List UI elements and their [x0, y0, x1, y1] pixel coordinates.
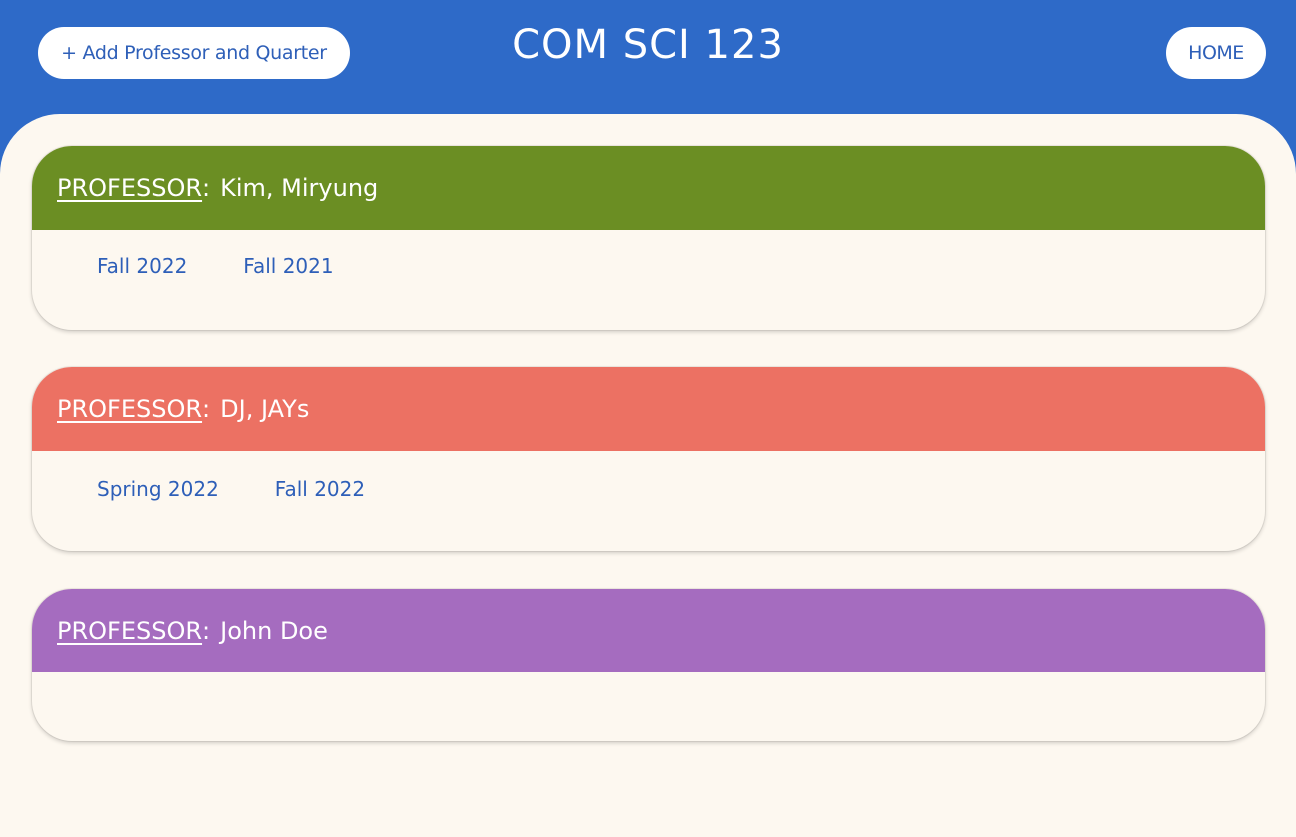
quarter-link-spring-2022[interactable]: Spring 2022 — [97, 477, 219, 501]
professor-card-john-doe: PROFESSOR: John Doe — [32, 589, 1265, 741]
professor-label: PROFESSOR — [57, 395, 203, 423]
professor-colon: : — [202, 395, 211, 423]
professor-name: DJ, JAYs — [220, 395, 310, 423]
professor-card-kim: PROFESSOR: Kim, Miryung Fall 2022 Fall 2… — [32, 146, 1265, 330]
professor-name: Kim, Miryung — [220, 174, 379, 202]
professor-name: John Doe — [220, 616, 328, 645]
add-professor-quarter-button[interactable]: + Add Professor and Quarter — [38, 27, 350, 79]
professor-card-header[interactable]: PROFESSOR: Kim, Miryung — [32, 146, 1265, 230]
professor-colon: : — [202, 616, 211, 645]
professor-label: PROFESSOR — [57, 616, 203, 645]
professor-card-header[interactable]: PROFESSOR: John Doe — [32, 589, 1265, 672]
quarter-list: Spring 2022 Fall 2022 — [97, 477, 365, 501]
home-button[interactable]: HOME — [1166, 27, 1266, 79]
quarter-list: Fall 2022 Fall 2021 — [97, 254, 334, 278]
quarter-link-fall-2021[interactable]: Fall 2021 — [243, 254, 333, 278]
professor-label: PROFESSOR — [57, 174, 203, 202]
top-header: + Add Professor and Quarter COM SCI 123 … — [0, 0, 1296, 120]
quarter-link-fall-2022[interactable]: Fall 2022 — [275, 477, 365, 501]
professor-card-dj: PROFESSOR: DJ, JAYs Spring 2022 Fall 202… — [32, 367, 1265, 551]
page-title: COM SCI 123 — [512, 22, 784, 68]
quarter-link-fall-2022[interactable]: Fall 2022 — [97, 254, 187, 278]
professor-colon: : — [202, 174, 211, 202]
professor-card-header[interactable]: PROFESSOR: DJ, JAYs — [32, 367, 1265, 451]
